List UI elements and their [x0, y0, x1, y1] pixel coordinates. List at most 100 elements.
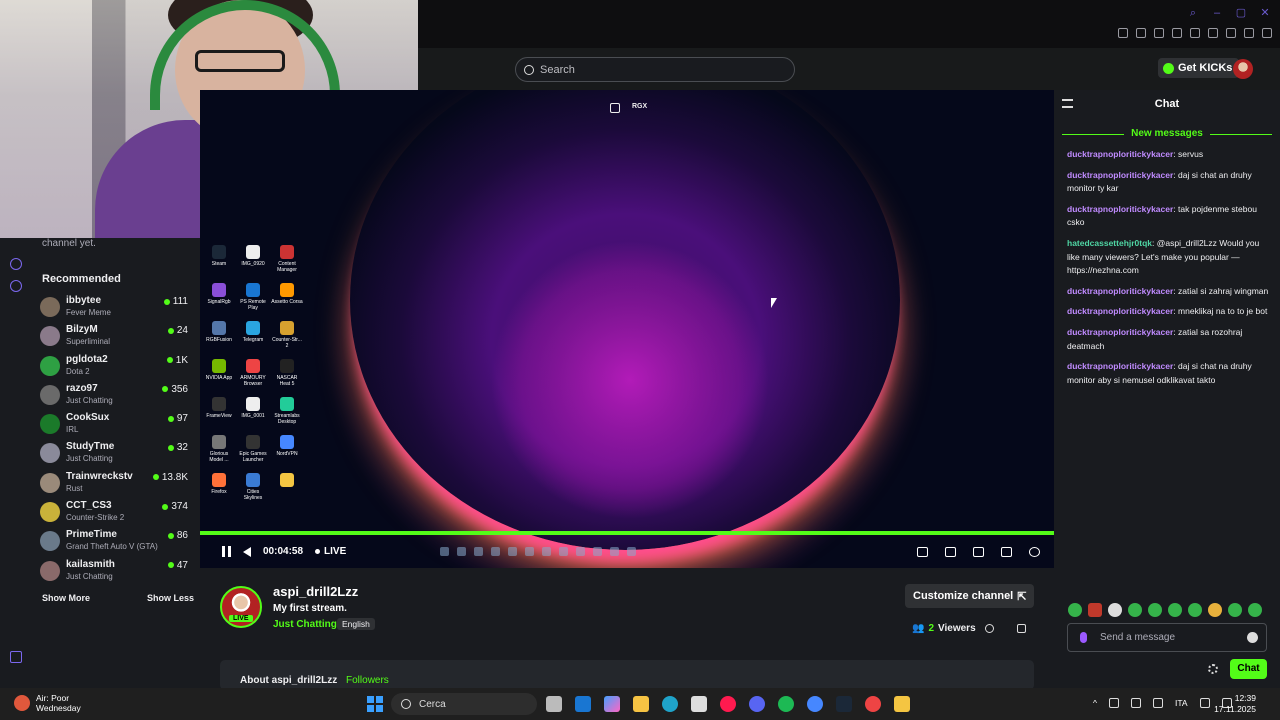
emote-icon[interactable] [1248, 603, 1262, 617]
signalrgb-icon[interactable] [865, 696, 881, 712]
share-icon[interactable] [985, 624, 994, 633]
follow-icon[interactable] [1017, 624, 1026, 633]
minimize-icon[interactable]: – [1210, 6, 1224, 20]
network-icon[interactable] [1199, 698, 1210, 708]
channel-avatar [40, 443, 60, 464]
usb-icon[interactable] [1153, 698, 1163, 708]
channel-name[interactable]: aspi_drill2Lzz [273, 584, 358, 599]
shortcut-icon [280, 435, 294, 449]
chat-send-button[interactable]: Chat [1230, 659, 1267, 679]
recommended-channel[interactable]: kailasmith Just Chatting 47 [40, 557, 192, 586]
recommended-channel[interactable]: pgldota2 Dota 2 1K [40, 352, 192, 381]
show-more-button[interactable]: Show More [42, 593, 90, 603]
chat-username[interactable]: ducktrapnoploritickykacer [1067, 361, 1173, 371]
language-indicator[interactable]: ITA [1175, 698, 1188, 708]
file-explorer-icon[interactable] [633, 696, 649, 712]
spotify-icon[interactable] [778, 696, 794, 712]
maximize-icon[interactable]: ▢ [1234, 6, 1248, 20]
recommended-channel[interactable]: ibbytee Fever Meme 111 [40, 293, 192, 322]
close-icon[interactable]: ✕ [1258, 6, 1272, 20]
chat-username[interactable]: ducktrapnoploritickykacer [1067, 327, 1173, 337]
shortcut-label: Firefox [211, 489, 227, 495]
clip-icon[interactable] [945, 546, 956, 557]
taskbar-search[interactable]: Cerca [391, 693, 537, 715]
popout-icon[interactable] [610, 103, 620, 113]
fullscreen-icon[interactable] [1001, 546, 1012, 557]
discord-icon[interactable] [749, 696, 765, 712]
recommended-channel[interactable]: Trainwreckstv Rust 13.8K [40, 469, 192, 498]
copilot-icon[interactable] [604, 696, 620, 712]
recommended-channel[interactable]: PrimeTime Grand Theft Auto V (GTA) 86 [40, 527, 192, 556]
opera-gx-icon[interactable] [720, 696, 736, 712]
browse-icon[interactable] [10, 280, 22, 292]
chat-username[interactable]: ducktrapnoploritickykacer [1067, 149, 1173, 159]
category-link[interactable]: Just Chatting [273, 619, 337, 630]
shortcut-label: PS Remote Play [240, 299, 266, 311]
chat-username[interactable]: ducktrapnoploritickykacer [1067, 306, 1173, 316]
theater-icon[interactable] [973, 546, 984, 557]
recommended-channel[interactable]: StudyTme Just Chatting 32 [40, 439, 192, 468]
download-icon[interactable] [1226, 28, 1236, 38]
emote-icon[interactable] [1148, 603, 1162, 617]
microphone-icon[interactable] [1131, 698, 1141, 708]
player-icon[interactable] [1190, 28, 1200, 38]
show-less-button[interactable]: Show Less [147, 593, 194, 603]
nordvpn-icon[interactable] [807, 696, 823, 712]
emote-icon[interactable] [1188, 603, 1202, 617]
emote-icon[interactable] [1088, 603, 1102, 617]
save-icon[interactable] [1244, 28, 1254, 38]
language-tag[interactable]: English [337, 618, 375, 630]
steam-icon[interactable] [836, 696, 852, 712]
app-icon[interactable] [894, 696, 910, 712]
desktop-shortcut: NASCAR Heat 5 [271, 359, 303, 387]
following-icon[interactable] [10, 258, 22, 270]
emote-icon[interactable] [1168, 603, 1182, 617]
emote-icon[interactable] [1128, 603, 1142, 617]
desktop-shortcut: IMG_0001 [237, 397, 269, 419]
channel-category: Just Chatting [66, 395, 113, 405]
recommended-channel[interactable]: BilzyM Superliminal 24 [40, 322, 192, 351]
customize-channel-button[interactable]: Customize channel ⇱ [905, 584, 1035, 608]
clock[interactable]: 12:39 17.11.2025 [1214, 693, 1256, 715]
chat-username[interactable]: ducktrapnoploritickykacer [1067, 286, 1173, 296]
recommended-channel[interactable]: razo97 Just Chatting 356 [40, 381, 192, 410]
gx-icon[interactable] [10, 651, 22, 663]
chat-username[interactable]: ducktrapnoploritickykacer [1067, 204, 1173, 214]
recommended-channel[interactable]: CCT_CS3 Counter-Strike 2 374 [40, 498, 192, 527]
mic-icon[interactable] [1080, 632, 1087, 643]
onedrive-icon[interactable] [1109, 698, 1119, 708]
get-kicks-button[interactable]: Get KICKs [1158, 58, 1240, 78]
translate-icon[interactable] [1172, 28, 1182, 38]
viewer-count: 47 [167, 560, 188, 571]
chat-username[interactable]: ducktrapnoploritickykacer [1067, 170, 1173, 180]
windows-start-icon[interactable] [367, 696, 383, 712]
volume-icon[interactable] [243, 546, 251, 557]
outlook-icon[interactable] [575, 696, 591, 712]
emoji-icon[interactable] [1247, 632, 1258, 643]
pin-icon[interactable] [1118, 28, 1128, 38]
search-input[interactable]: Search [515, 57, 795, 82]
vpn-icon[interactable] [1154, 28, 1164, 38]
chevron-up-icon[interactable]: ^ [1093, 698, 1097, 708]
chat-username[interactable]: hatedcassettehjr0tqk [1067, 238, 1152, 248]
task-view-icon[interactable] [546, 696, 562, 712]
miniplayer-icon[interactable] [917, 546, 928, 557]
search-icon[interactable]: ⌕ [1186, 6, 1200, 20]
user-avatar[interactable] [1233, 59, 1253, 79]
store-icon[interactable] [691, 696, 707, 712]
chat-input[interactable]: Send a message [1067, 623, 1267, 652]
recommended-channel[interactable]: CookSux IRL 97 [40, 410, 192, 439]
video-player[interactable]: Steam IMG_0920 Content Manager SignalRgb PS … [200, 90, 1054, 568]
heart-icon[interactable] [1208, 28, 1218, 38]
weather-widget[interactable]: Air: Poor Wednesday [14, 693, 81, 713]
chat-settings-icon[interactable] [1208, 664, 1218, 674]
emote-icon[interactable] [1068, 603, 1082, 617]
snapshot-icon[interactable] [1136, 28, 1146, 38]
pause-icon[interactable] [222, 546, 231, 557]
emote-icon[interactable] [1208, 603, 1222, 617]
emote-icon[interactable] [1108, 603, 1122, 617]
edge-icon[interactable] [662, 696, 678, 712]
menu-icon[interactable] [1262, 28, 1272, 38]
emote-icon[interactable] [1228, 603, 1242, 617]
settings-icon[interactable] [1029, 546, 1040, 557]
